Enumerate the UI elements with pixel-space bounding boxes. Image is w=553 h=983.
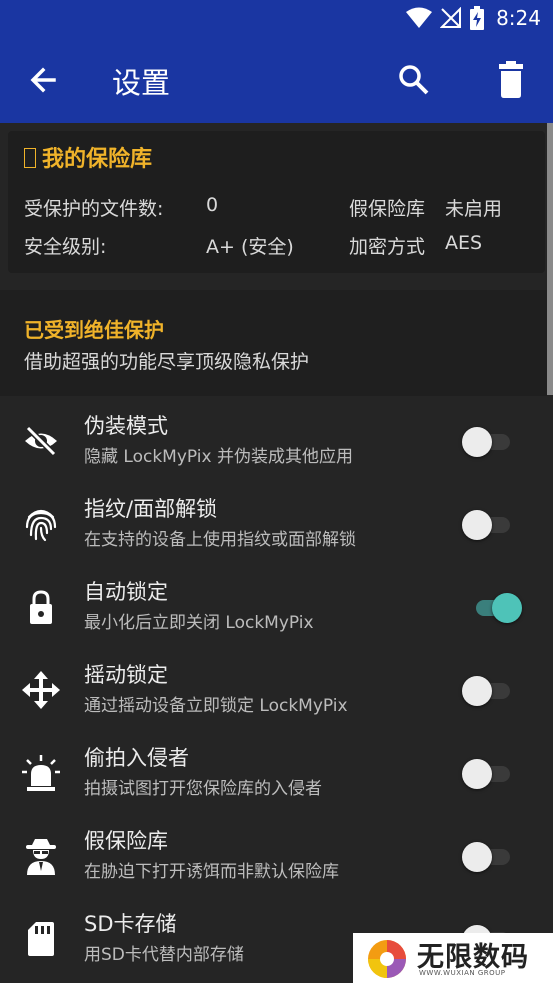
fake-vault-toggle[interactable] bbox=[462, 841, 514, 873]
vault-title: 我的保险库 bbox=[24, 141, 152, 173]
vault-icon bbox=[24, 148, 36, 168]
alarm-light-icon bbox=[22, 755, 60, 791]
setting-subtitle: 拍摄试图打开您保险库的入侵者 bbox=[84, 779, 322, 799]
page-title: 设置 bbox=[112, 66, 171, 100]
back-button[interactable] bbox=[26, 62, 62, 98]
back-arrow-icon bbox=[30, 67, 56, 93]
status-bar: 8:24 bbox=[0, 0, 553, 40]
status-time: 8:24 bbox=[496, 6, 541, 30]
fake-vault-value: 未启用 bbox=[445, 198, 503, 220]
security-level-value: A+ (安全) bbox=[206, 236, 294, 258]
setting-row-shake-lock[interactable]: 摇动锁定 通过摇动设备立即锁定 LockMyPix bbox=[0, 649, 553, 732]
search-button[interactable] bbox=[396, 62, 432, 98]
no-signal-icon bbox=[440, 7, 462, 28]
setting-subtitle: 隐藏 LockMyPix 并伪装成其他应用 bbox=[84, 447, 353, 467]
setting-subtitle: 最小化后立即关闭 LockMyPix bbox=[84, 613, 314, 633]
setting-row-disguise-mode[interactable]: 伪装模式 隐藏 LockMyPix 并伪装成其他应用 bbox=[0, 400, 553, 483]
setting-title: 指纹/面部解锁 bbox=[84, 497, 218, 521]
protection-banner[interactable]: 已受到绝佳保护 借助超强的功能尽享顶级隐私保护 bbox=[0, 290, 547, 396]
eye-off-icon bbox=[25, 425, 57, 457]
vault-title-text: 我的保险库 bbox=[42, 147, 153, 172]
protection-title: 已受到绝佳保护 bbox=[24, 318, 164, 342]
app-bar: 设置 bbox=[0, 40, 553, 123]
status-icons: 8:24 bbox=[406, 6, 541, 30]
sd-card-icon bbox=[28, 922, 54, 956]
encryption-value: AES bbox=[445, 232, 483, 254]
auto-lock-toggle[interactable] bbox=[462, 592, 522, 624]
trash-icon bbox=[499, 61, 523, 98]
search-icon bbox=[399, 65, 429, 95]
files-label: 受保护的文件数: bbox=[24, 198, 164, 220]
spy-icon bbox=[26, 839, 56, 875]
setting-row-auto-lock[interactable]: 自动锁定 最小化后立即关闭 LockMyPix bbox=[0, 566, 553, 649]
setting-subtitle: 在支持的设备上使用指纹或面部解锁 bbox=[84, 530, 356, 550]
setting-row-fake-vault[interactable]: 假保险库 在胁迫下打开诱饵而非默认保险库 bbox=[0, 815, 553, 898]
protection-subtitle: 借助超强的功能尽享顶级隐私保护 bbox=[24, 351, 310, 373]
shake-lock-toggle[interactable] bbox=[462, 675, 514, 707]
move-arrows-icon bbox=[22, 671, 60, 709]
encryption-label: 加密方式 bbox=[349, 236, 426, 258]
watermark: 无限数码 WWW.WUXIAN GROUP bbox=[353, 933, 553, 983]
files-value: 0 bbox=[206, 194, 219, 216]
scrollbar[interactable] bbox=[547, 123, 553, 395]
setting-subtitle: 在胁迫下打开诱饵而非默认保险库 bbox=[84, 862, 339, 882]
fingerprint-icon bbox=[25, 509, 57, 542]
watermark-logo-icon bbox=[368, 940, 406, 978]
setting-title: 偷拍入侵者 bbox=[84, 746, 189, 770]
fake-vault-label: 假保险库 bbox=[349, 198, 426, 220]
delete-button[interactable] bbox=[491, 60, 531, 100]
battery-charging-icon bbox=[470, 6, 485, 30]
lock-icon bbox=[30, 590, 52, 624]
setting-title: 假保险库 bbox=[84, 829, 168, 853]
fingerprint-unlock-toggle[interactable] bbox=[462, 509, 514, 541]
setting-title: SD卡存储 bbox=[84, 912, 177, 936]
setting-subtitle: 用SD卡代替内部存储 bbox=[84, 945, 244, 965]
security-level-label: 安全级别: bbox=[24, 236, 107, 258]
setting-title: 摇动锁定 bbox=[84, 663, 168, 687]
setting-subtitle: 通过摇动设备立即锁定 LockMyPix bbox=[84, 696, 348, 716]
setting-title: 自动锁定 bbox=[84, 580, 168, 604]
watermark-subtext: WWW.WUXIAN GROUP bbox=[419, 969, 506, 977]
setting-row-fingerprint-unlock[interactable]: 指纹/面部解锁 在支持的设备上使用指纹或面部解锁 bbox=[0, 483, 553, 566]
wifi-icon bbox=[406, 7, 433, 28]
setting-row-intruder-snap[interactable]: 偷拍入侵者 拍摄试图打开您保险库的入侵者 bbox=[0, 732, 553, 815]
vault-card[interactable]: 我的保险库 受保护的文件数: 0 假保险库 未启用 安全级别: A+ (安全) … bbox=[8, 131, 545, 273]
disguise-mode-toggle[interactable] bbox=[462, 426, 514, 458]
intruder-snap-toggle[interactable] bbox=[462, 758, 514, 790]
setting-title: 伪装模式 bbox=[84, 414, 168, 438]
